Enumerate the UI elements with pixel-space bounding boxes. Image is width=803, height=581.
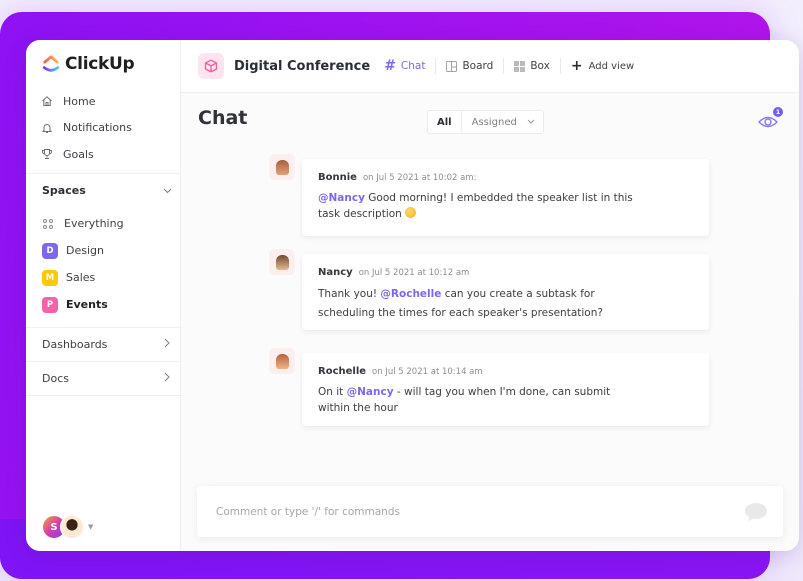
caret-down-icon: ▼ (88, 523, 94, 531)
hash-icon: # (384, 58, 396, 74)
space-label: Sales (66, 271, 96, 284)
speech-bubble-icon[interactable] (743, 501, 769, 523)
box-grid-icon (514, 60, 526, 72)
clickup-logo-icon (42, 55, 60, 72)
filter-all[interactable]: All (428, 111, 462, 133)
avatar (269, 348, 295, 374)
watchers-count: 1 (773, 107, 783, 117)
message-card: Bonnie on Jul 5 2021 at 10:02 am: @Nancy… (302, 159, 709, 236)
main-panel: Digital Conference # Chat Board Box + Ad… (181, 40, 799, 551)
message-author: Nancy (318, 267, 353, 278)
sidebar-divider (26, 395, 181, 396)
clickup-logo[interactable]: ClickUp (42, 54, 135, 74)
chevron-down-icon (527, 117, 535, 127)
cube-icon (198, 53, 224, 79)
spaces-header[interactable]: Spaces (42, 183, 172, 197)
tab-label: Chat (400, 60, 426, 72)
bell-icon (40, 121, 54, 135)
tab-label: Board (462, 60, 494, 72)
add-view-button[interactable]: + Add view (569, 58, 636, 74)
home-icon (40, 94, 54, 108)
space-badge: M (42, 269, 58, 286)
avatar (269, 154, 295, 180)
message-author: Rochelle (318, 366, 367, 377)
docs-label: Docs (42, 371, 69, 385)
message-author: Bonnie (318, 172, 357, 183)
message-card: Nancy on Jul 5 2021 at 10:12 am Thank yo… (302, 254, 709, 330)
nav-item-home[interactable]: Home (40, 88, 175, 115)
project-title: Digital Conference (234, 58, 371, 74)
watchers-button[interactable]: 1 (757, 107, 783, 132)
message-time: on Jul 5 2021 at 10:14 am (372, 367, 483, 377)
message-text: @Nancy Good morning! I embedded the spea… (318, 192, 633, 220)
sidebar-divider (26, 173, 181, 174)
user-menu[interactable]: S ▼ (42, 515, 93, 539)
sidebar: ClickUp Home Notifications Goals Spaces … (26, 40, 181, 551)
space-item-events[interactable]: P Events (42, 291, 177, 318)
spaces-label: Spaces (42, 183, 86, 197)
mention-link[interactable]: @Nancy (347, 386, 394, 398)
nav-item-goals[interactable]: Goals (40, 141, 175, 168)
space-item-design[interactable]: D Design (42, 237, 177, 264)
sidebar-item-docs[interactable]: Docs (42, 371, 170, 385)
dashboards-label: Dashboards (42, 337, 108, 351)
tab-label: Box (530, 60, 550, 72)
message-time: on Jul 5 2021 at 10:02 am: (362, 173, 477, 183)
smiley-emoji-icon (404, 207, 416, 218)
sidebar-divider (26, 327, 181, 328)
message-filter: All Assigned (427, 110, 544, 134)
mention-link[interactable]: @Nancy (318, 192, 365, 204)
page-title: Chat (198, 107, 248, 129)
space-item-sales[interactable]: M Sales (42, 264, 177, 291)
sidebar-divider (26, 361, 181, 362)
app-window: ClickUp Home Notifications Goals Spaces … (26, 40, 799, 551)
space-label: Events (66, 298, 108, 311)
tab-separator (435, 58, 437, 74)
tab-chat[interactable]: # Chat (382, 58, 427, 74)
space-item-everything[interactable]: Everything (42, 210, 177, 237)
plus-icon: + (570, 58, 583, 74)
tab-separator (503, 58, 505, 74)
chevron-right-icon (164, 337, 170, 351)
space-label: Everything (64, 217, 124, 230)
nav-item-notifications[interactable]: Notifications (40, 115, 175, 142)
nav-item-label: Home (63, 94, 96, 108)
filter-assigned-label: Assigned (471, 116, 517, 128)
comment-input[interactable] (216, 505, 716, 518)
tab-separator (559, 58, 561, 74)
avatar (269, 249, 295, 275)
space-badge: P (42, 296, 58, 313)
tab-board[interactable]: Board (444, 60, 495, 72)
teammate-avatar (60, 515, 84, 539)
tab-box[interactable]: Box (512, 60, 552, 72)
message-card: Rochelle on Jul 5 2021 at 10:14 am On it… (302, 353, 709, 426)
filter-assigned[interactable]: Assigned (462, 111, 543, 133)
chevron-right-icon (164, 371, 170, 385)
sidebar-item-dashboards[interactable]: Dashboards (42, 337, 170, 351)
project-header: Digital Conference # Chat Board Box + Ad… (181, 40, 799, 93)
main-nav: Home Notifications Goals (40, 88, 175, 168)
message-time: on Jul 5 2021 at 10:12 am (358, 268, 470, 278)
message-text: On it @Nancy - will tag you when I'm don… (318, 386, 611, 414)
app-name: ClickUp (65, 54, 135, 74)
everything-icon (43, 218, 55, 229)
space-badge: D (42, 242, 58, 259)
mention-link[interactable]: @Rochelle (380, 288, 441, 300)
chevron-down-icon[interactable] (163, 183, 172, 197)
nav-item-label: Notifications (63, 121, 132, 135)
nav-item-label: Goals (63, 147, 94, 161)
message-text: Thank you! @Rochelle can you create a su… (318, 288, 603, 319)
trophy-icon (40, 147, 54, 161)
board-icon (446, 60, 458, 72)
comment-composer (197, 486, 783, 537)
add-view-label: Add view (588, 60, 635, 72)
space-label: Design (66, 244, 104, 257)
spaces-list: Everything D Design M Sales P Events (42, 210, 177, 318)
